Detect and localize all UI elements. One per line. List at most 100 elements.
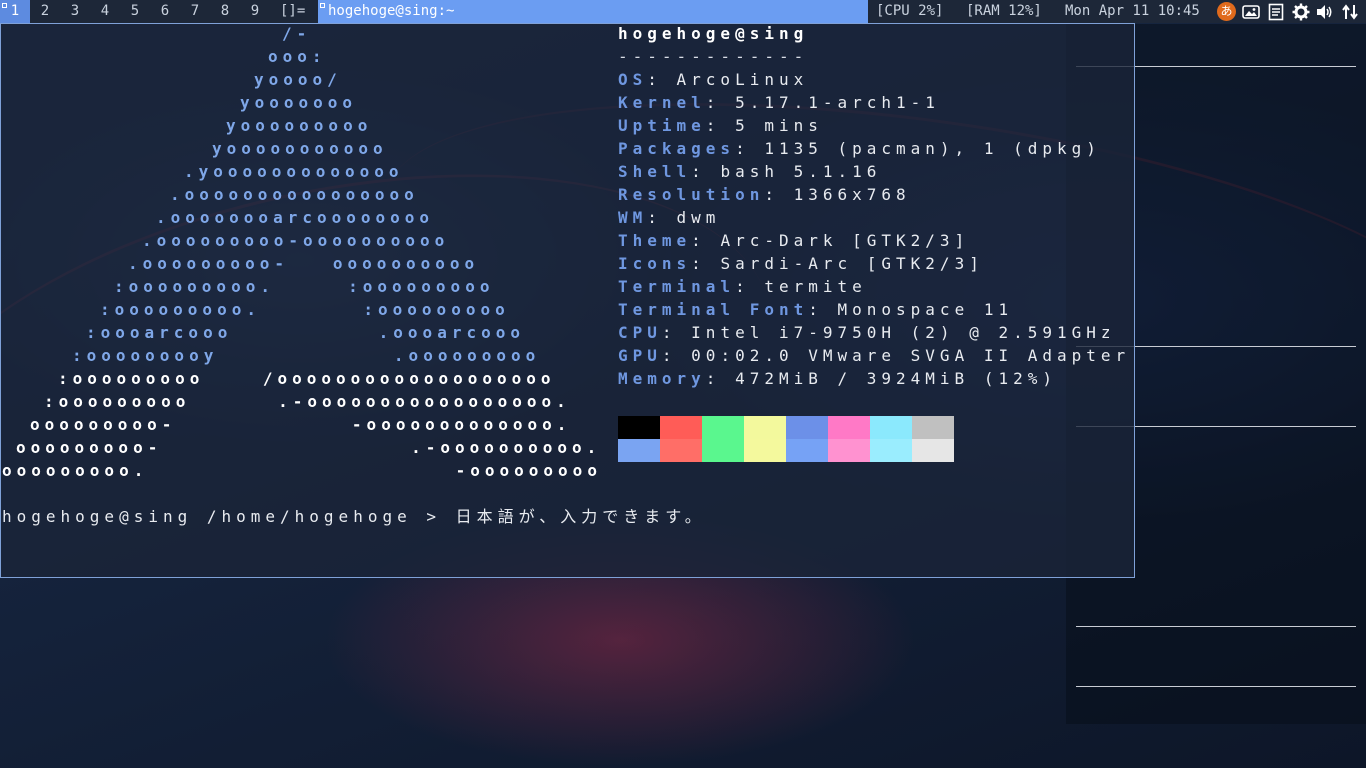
terminal-window[interactable]: /- ooo: yoooo/yooooooo yooooooooo yooooooooo…	[0, 23, 1135, 578]
dwm-status-bar: 1 2 3 4 5 6 7 8 9 []= hogehoge@sing:~ [CPU 2%] […	[0, 0, 1366, 23]
ascii-art-line: .oooooooarcoooooooo	[156, 208, 435, 227]
info-row: Shell: bash 5.1.16	[618, 162, 881, 182]
panel-divider	[1076, 626, 1356, 627]
workspace-tag-label: 3	[70, 3, 80, 19]
color-swatch	[702, 416, 744, 439]
workspace-tag-2[interactable]: 2	[30, 0, 60, 23]
fetch-title: hogehoge@sing	[618, 24, 809, 43]
color-swatch	[618, 416, 660, 439]
panel-divider	[1076, 686, 1356, 687]
ascii-art-line: ooooooooo. -ooooooooo	[2, 461, 602, 480]
ascii-art-line: yooooooooo	[226, 116, 373, 135]
ime-icon[interactable]: あ	[1217, 2, 1236, 21]
color-swatch	[660, 416, 702, 439]
network-icon[interactable]	[1340, 2, 1360, 22]
color-swatch	[660, 439, 702, 462]
info-value: ArcoLinux	[676, 70, 809, 89]
info-row: Terminal: termite	[618, 277, 867, 297]
workspace-tag-9[interactable]: 9	[240, 0, 270, 23]
layout-indicator[interactable]: []=	[280, 0, 314, 23]
info-value: 1135 (pacman), 1 (dpkg)	[764, 139, 1101, 158]
window-indicator	[320, 3, 325, 8]
info-value: dwm	[676, 208, 721, 227]
info-row: WM: dwm	[618, 208, 720, 228]
workspace-tag-3[interactable]: 3	[60, 0, 90, 23]
info-key: Resolution	[618, 185, 765, 204]
info-value: 472MiB / 3924MiB (12%)	[735, 369, 1057, 388]
workspace-tag-label: 9	[250, 3, 260, 19]
info-key: Packages	[618, 139, 736, 158]
info-key: OS	[618, 70, 648, 89]
clipboard-icon[interactable]	[1266, 2, 1286, 22]
info-value: bash 5.1.16	[720, 162, 882, 181]
info-colon: :	[735, 277, 765, 296]
info-colon: :	[808, 300, 838, 319]
info-key: Kernel	[618, 93, 706, 112]
color-swatch	[786, 439, 828, 462]
workspace-tag-1[interactable]: 1	[0, 0, 30, 23]
workspace-tag-4[interactable]: 4	[90, 0, 120, 23]
info-row: Packages: 1135 (pacman), 1 (dpkg)	[618, 139, 1101, 159]
shell-prompt-line[interactable]: hogehoge@sing /home/hogehoge > 日本語が、入力でき…	[2, 507, 706, 527]
workspace-tag-label: 8	[220, 3, 230, 19]
info-row: Terminal Font: Monospace 11	[618, 300, 1013, 320]
workspace-tag-7[interactable]: 7	[180, 0, 210, 23]
info-key: WM	[618, 208, 648, 227]
info-value: 5 mins	[735, 116, 823, 135]
workspace-tag-6[interactable]: 6	[150, 0, 180, 23]
info-key: Memory	[618, 369, 706, 388]
info-key: Theme	[618, 231, 692, 250]
info-colon: :	[647, 208, 677, 227]
info-value: 1366x768	[793, 185, 911, 204]
color-swatch	[618, 439, 660, 462]
gear-icon[interactable]	[1291, 2, 1311, 22]
workspace-tag-label: 6	[160, 3, 170, 19]
occupied-indicator	[2, 3, 7, 8]
ascii-art-line: yoooo/	[254, 70, 342, 89]
color-swatch	[744, 416, 786, 439]
workspace-tag-label: 1	[10, 3, 20, 19]
info-key: Shell	[618, 162, 692, 181]
volume-icon[interactable]	[1315, 2, 1335, 22]
info-colon: :	[691, 231, 721, 250]
info-row: Memory: 472MiB / 3924MiB (12%)	[618, 369, 1057, 389]
info-value: termite	[764, 277, 867, 296]
info-value: Sardi-Arc [GTK2/3]	[720, 254, 984, 273]
color-swatch	[828, 416, 870, 439]
color-swatch	[786, 416, 828, 439]
ascii-art-line: /-	[282, 24, 312, 43]
info-key: Uptime	[618, 116, 706, 135]
info-row: OS: ArcoLinux	[618, 70, 808, 90]
info-row: Uptime: 5 mins	[618, 116, 823, 136]
color-swatch	[912, 416, 954, 439]
color-swatch	[744, 439, 786, 462]
workspace-tag-label: 4	[100, 3, 110, 19]
fetch-separator: -------------	[618, 47, 809, 66]
photo-icon[interactable]	[1241, 2, 1261, 22]
info-colon: :	[735, 139, 765, 158]
info-value: 5.17.1-arch1-1	[735, 93, 940, 112]
color-swatch	[828, 439, 870, 462]
ascii-art-line: .ooooooooo-oooooooooo	[142, 231, 450, 250]
clock: Mon Apr 11 10:45	[1065, 3, 1200, 19]
ascii-art-line: yooooooooooo	[212, 139, 388, 158]
ascii-art-line: :ooooooooo. :ooooooooo	[100, 300, 510, 319]
workspace-tag-5[interactable]: 5	[120, 0, 150, 23]
color-swatch	[870, 439, 912, 462]
workspace-tag-8[interactable]: 8	[210, 0, 240, 23]
ascii-art-line: :oooarcooo .oooarcooo	[86, 323, 525, 342]
info-colon: :	[705, 369, 736, 388]
ascii-art-line: .ooooooooo- oooooooooo	[128, 254, 480, 273]
info-value: Arc-Dark [GTK2/3]	[720, 231, 970, 250]
info-key: Terminal Font	[618, 300, 809, 319]
info-key: Terminal	[618, 277, 736, 296]
info-colon: :	[661, 323, 692, 342]
info-value: Monospace 11	[837, 300, 1014, 319]
color-swatch	[702, 439, 744, 462]
info-key: Icons	[618, 254, 692, 273]
info-colon: :	[691, 162, 721, 181]
workspace-tag-label: 7	[190, 3, 200, 19]
color-swatch	[870, 416, 912, 439]
info-row: Icons: Sardi-Arc [GTK2/3]	[618, 254, 984, 274]
info-row: GPU: 00:02.0 VMware SVGA II Adapter	[618, 346, 1130, 366]
